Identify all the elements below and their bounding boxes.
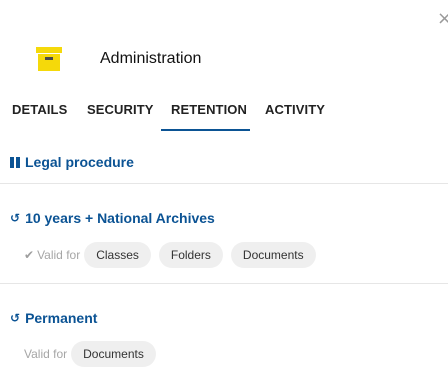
chip-documents[interactable]: Documents [230, 242, 316, 268]
page-title: Administration [100, 50, 202, 67]
history-icon: ↺ [10, 211, 21, 225]
divider [0, 183, 448, 184]
tab-bar: DETAILS SECURITY RETENTION ACTIVITY [0, 96, 448, 132]
tab-retention[interactable]: RETENTION [171, 102, 247, 117]
retention-group-title: Legal procedure [10, 154, 134, 170]
valid-for-label: Valid for [24, 347, 68, 361]
valid-for-row: Valid for Documents [24, 341, 164, 367]
tab-security[interactable]: SECURITY [87, 102, 154, 117]
valid-for-label: Valid for [37, 248, 81, 262]
tab-activity[interactable]: ACTIVITY [265, 102, 325, 117]
rule-title-label: Permanent [25, 310, 98, 326]
divider [0, 283, 448, 284]
close-icon[interactable]: × [437, 10, 448, 28]
box-icon [36, 47, 62, 71]
check-icon: ✔ [24, 248, 35, 262]
rule-title-label: 10 years + National Archives [25, 210, 215, 226]
active-tab-indicator [161, 129, 250, 131]
tab-details[interactable]: DETAILS [12, 102, 67, 117]
valid-for-row: ✔ Valid for Classes Folders Documents [24, 242, 324, 268]
chip-folders[interactable]: Folders [158, 242, 223, 268]
retention-rule-title[interactable]: ↺ 10 years + National Archives [10, 210, 215, 226]
pause-icon [10, 156, 20, 168]
retention-rule-title[interactable]: ↺ Permanent [10, 310, 97, 326]
chip-documents[interactable]: Documents [71, 341, 156, 367]
chip-classes[interactable]: Classes [84, 242, 151, 268]
history-icon: ↺ [10, 311, 21, 325]
group-title-label: Legal procedure [25, 154, 134, 170]
